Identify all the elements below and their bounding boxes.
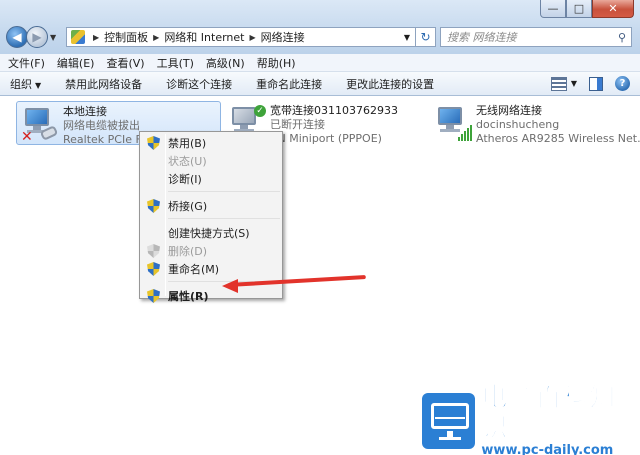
help-icon[interactable]: ? — [615, 76, 630, 91]
view-dropdown-icon[interactable]: ▼ — [571, 79, 577, 88]
connection-status: 已断开连接 — [270, 118, 325, 131]
menu-item-label: 桥接(G) — [168, 200, 208, 213]
caption-buttons: — □ ✕ — [540, 0, 634, 18]
recent-pages-dropdown-icon[interactable]: ▼ — [50, 33, 56, 42]
menu-advanced[interactable]: 高级(N) — [206, 55, 245, 71]
refresh-icon[interactable]: ↻ — [415, 27, 435, 47]
menu-item-label: 创建快捷方式(S) — [168, 227, 250, 240]
menu-file[interactable]: 文件(F) — [8, 55, 45, 71]
menu-tools[interactable]: 工具(T) — [157, 55, 194, 71]
connection-item-wireless[interactable]: 无线网络连接 docinshucheng Atheros AR9285 Wire… — [430, 101, 640, 145]
change-settings-button[interactable]: 更改此连接的设置 — [346, 76, 434, 92]
menu-item-label: 诊断(I) — [168, 173, 202, 186]
connection-status: 网络电缆被拔出 — [63, 119, 140, 132]
chevron-down-icon: ▼ — [35, 80, 42, 90]
wireless-network-icon — [434, 105, 472, 141]
uac-shield-icon — [147, 199, 160, 213]
uac-shield-icon — [147, 262, 160, 276]
menu-item-diagnose[interactable]: 诊断(I) — [142, 170, 280, 188]
diagnose-button[interactable]: 诊断这个连接 — [166, 76, 232, 92]
control-panel-icon — [71, 30, 85, 44]
menu-edit[interactable]: 编辑(E) — [57, 55, 95, 71]
minimize-button[interactable]: — — [540, 0, 566, 18]
menu-bar: 文件(F) 编辑(E) 查看(V) 工具(T) 高级(N) 帮助(H) — [0, 54, 640, 72]
arrow-head-icon — [222, 279, 238, 293]
disable-device-button[interactable]: 禁用此网络设备 — [65, 76, 142, 92]
forward-button[interactable]: ▶ — [26, 26, 48, 48]
uac-shield-icon — [147, 289, 160, 303]
menu-view[interactable]: 查看(V) — [106, 55, 144, 71]
maximize-button[interactable]: □ — [566, 0, 592, 18]
rename-button[interactable]: 重命名此连接 — [256, 76, 322, 92]
watermark-title: 电脑百科知识 — [481, 383, 617, 444]
arrow-right-icon: ▶ — [32, 30, 42, 44]
menu-item-status[interactable]: 状态(U) — [142, 152, 280, 170]
menu-item-label: 删除(D) — [168, 245, 208, 258]
organize-button[interactable]: 组织 ▼ — [10, 76, 41, 92]
address-bar[interactable]: ▶ 控制面板 ▶ 网络和 Internet ▶ 网络连接 ▼ ↻ — [66, 27, 436, 47]
menu-item-label: 禁用(B) — [168, 137, 207, 150]
monitor-logo-icon — [422, 393, 476, 449]
preview-pane-icon[interactable] — [589, 76, 603, 91]
breadcrumb-network-internet[interactable]: 网络和 Internet — [164, 29, 244, 45]
search-input[interactable]: 搜索 网络连接 ⚲ — [440, 27, 632, 47]
site-watermark: 电脑百科知识 www.pc-daily.com — [422, 383, 636, 455]
connection-device: Realtek PCIe FE — [63, 133, 149, 146]
disconnected-x-icon: ✕ — [21, 129, 33, 145]
menu-item-create-shortcut[interactable]: 创建快捷方式(S) — [142, 224, 280, 242]
search-icon[interactable]: ⚲ — [613, 31, 631, 44]
chevron-right-icon[interactable]: ▶ — [153, 33, 159, 42]
close-button[interactable]: ✕ — [592, 0, 634, 18]
menu-item-delete[interactable]: 删除(D) — [142, 242, 280, 260]
context-menu: 禁用(B) 状态(U) 诊断(I) 桥接(G) 创建快捷方式(S) 删除(D) … — [139, 131, 283, 303]
breadcrumb-network-connections[interactable]: 网络连接 — [261, 29, 305, 45]
uac-shield-icon — [147, 244, 160, 258]
command-toolbar: 组织 ▼ 禁用此网络设备 诊断这个连接 重命名此连接 更改此连接的设置 ▼ ? — [0, 72, 640, 96]
organize-label: 组织 — [10, 77, 32, 91]
back-button[interactable]: ◀ — [6, 26, 28, 48]
connection-status: docinshucheng — [476, 118, 560, 131]
menu-item-disable[interactable]: 禁用(B) — [142, 134, 280, 152]
connection-device: Atheros AR9285 Wireless Net... — [476, 132, 640, 145]
menu-item-label: 状态(U) — [168, 155, 207, 168]
view-controls: ▼ ? — [550, 76, 630, 91]
menu-item-label: 属性(R) — [168, 290, 209, 303]
chevron-right-icon[interactable]: ▶ — [250, 33, 256, 42]
breadcrumb-control-panel[interactable]: 控制面板 — [104, 29, 148, 45]
menu-item-label: 重命名(M) — [168, 263, 220, 276]
menu-item-rename[interactable]: 重命名(M) — [142, 260, 280, 278]
arrow-left-icon: ◀ — [12, 30, 22, 44]
chevron-right-icon[interactable]: ▶ — [93, 33, 99, 42]
menu-item-properties[interactable]: 属性(R) — [142, 287, 280, 305]
network-connections-window: — □ ✕ ◀ ▶ ▼ ▶ 控制面板 ▶ 网络和 Internet ▶ 网络连接… — [0, 0, 640, 455]
view-options-icon[interactable] — [550, 76, 567, 91]
wired-network-icon: ✕ — [21, 106, 59, 145]
connection-name: 无线网络连接 — [476, 104, 542, 117]
menu-item-bridge[interactable]: 桥接(G) — [142, 197, 280, 215]
navigation-buttons: ◀ ▶ ▼ — [6, 26, 56, 48]
connection-device: AN Miniport (PPPOE) — [270, 132, 382, 145]
menu-help[interactable]: 帮助(H) — [257, 55, 296, 71]
watermark-url: www.pc-daily.com — [481, 443, 614, 455]
uac-shield-icon — [147, 136, 160, 150]
check-icon: ✓ — [254, 105, 266, 117]
connection-name: 宽带连接031103762933 — [270, 104, 398, 117]
search-placeholder: 搜索 网络连接 — [447, 31, 517, 44]
title-bar: — □ ✕ ◀ ▶ ▼ ▶ 控制面板 ▶ 网络和 Internet ▶ 网络连接… — [0, 0, 640, 54]
address-dropdown-icon[interactable]: ▼ — [399, 33, 415, 42]
signal-strength-icon — [458, 125, 472, 141]
connection-name: 本地连接 — [63, 105, 107, 118]
